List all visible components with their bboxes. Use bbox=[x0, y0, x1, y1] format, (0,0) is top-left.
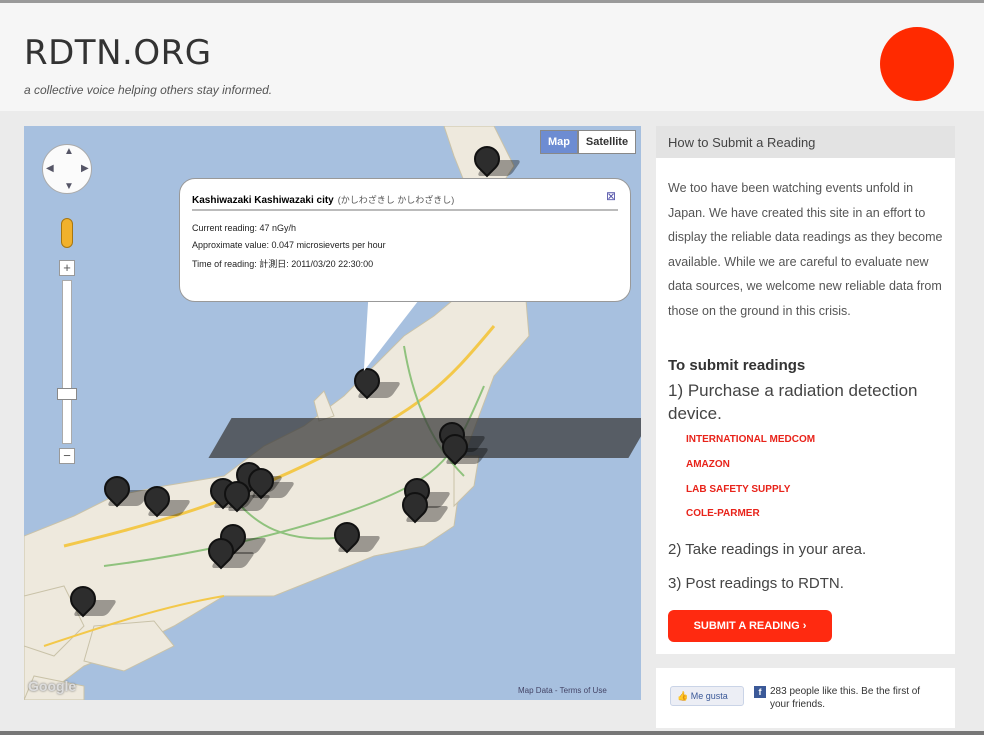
facebook-like-box: 👍 Me gusta f 283 people like this. Be th… bbox=[656, 668, 955, 728]
zoom-in-button[interactable]: + bbox=[59, 260, 75, 276]
popup-location-jp: (かしわざきし かしわざきし) bbox=[337, 195, 455, 205]
map-view-button[interactable]: Map bbox=[540, 130, 578, 154]
submit-reading-panel: How to Submit a Reading We too have been… bbox=[656, 126, 955, 654]
map-marker-icon[interactable] bbox=[474, 146, 496, 180]
zoom-slider-track[interactable] bbox=[62, 280, 72, 444]
site-header: RDTN.ORG a collective voice helping othe… bbox=[0, 3, 984, 111]
popup-current-reading: Current reading: 47 nGy/h bbox=[192, 223, 297, 233]
map-marker-icon[interactable] bbox=[442, 434, 464, 468]
zoom-out-button[interactable]: − bbox=[59, 448, 75, 464]
vendor-link-medcom[interactable]: INTERNATIONAL MEDCOM bbox=[686, 434, 815, 445]
map-marker-icon[interactable] bbox=[402, 492, 424, 526]
panel-subheading: To submit readings bbox=[668, 357, 806, 374]
facebook-like-count: 283 people like this. Be the first of yo… bbox=[770, 686, 921, 710]
vendor-link-lab-safety[interactable]: LAB SAFETY SUPPLY bbox=[686, 484, 790, 495]
map-marker-icon[interactable] bbox=[334, 522, 356, 556]
submit-reading-button[interactable]: SUBMIT A READING › bbox=[668, 610, 832, 642]
zoom-slider-handle[interactable] bbox=[57, 388, 77, 400]
site-tagline: a collective voice helping others stay i… bbox=[24, 83, 273, 97]
panel-intro: We too have been watching events unfold … bbox=[668, 181, 943, 318]
map-marker-icon[interactable] bbox=[224, 481, 246, 515]
popup-location: Kashiwazaki Kashiwazaki city bbox=[192, 195, 334, 206]
panel-heading: How to Submit a Reading bbox=[656, 126, 955, 158]
step-3: 3) Post readings to RDTN. bbox=[668, 575, 844, 592]
map-marker-icon[interactable] bbox=[70, 586, 92, 620]
popup-approximate-value: Approximate value: 0.047 microsieverts p… bbox=[192, 240, 386, 250]
map-marker-icon[interactable] bbox=[208, 538, 230, 572]
google-logo: Google bbox=[28, 678, 77, 694]
bottom-border bbox=[0, 731, 984, 735]
popup-divider bbox=[192, 209, 618, 211]
satellite-view-button[interactable]: Satellite bbox=[578, 130, 636, 154]
vendor-link-cole-parmer[interactable]: COLE-PARMER bbox=[686, 508, 760, 519]
map-marker-icon[interactable] bbox=[144, 486, 166, 520]
popup-title: Kashiwazaki Kashiwazaki city (かしわざきし かしわざ… bbox=[192, 193, 454, 206]
map-marker-icon[interactable] bbox=[104, 476, 126, 510]
step-1: 1) Purchase a radiation detection device… bbox=[668, 381, 918, 423]
status-dot-icon bbox=[880, 27, 954, 101]
close-icon[interactable]: ⊠ bbox=[606, 189, 616, 203]
like-button-label: Me gusta bbox=[690, 691, 728, 701]
site-logo[interactable]: RDTN.ORG bbox=[24, 33, 212, 73]
step-2: 2) Take readings in your area. bbox=[668, 541, 867, 558]
vendor-link-amazon[interactable]: AMAZON bbox=[686, 459, 730, 470]
reading-popup: Kashiwazaki Kashiwazaki city (かしわざきし かしわざ… bbox=[179, 178, 631, 302]
pan-control-icon[interactable]: ▲ ▼ ◀ ▶ bbox=[42, 144, 92, 194]
facebook-icon: f bbox=[754, 686, 766, 698]
map-marker-icon[interactable] bbox=[354, 368, 376, 402]
popup-time-of-reading: Time of reading: 計測日: 2011/03/20 22:30:0… bbox=[192, 259, 374, 269]
map-terms-link[interactable]: Map Data - Terms of Use bbox=[518, 686, 607, 695]
facebook-like-button[interactable]: 👍 Me gusta bbox=[670, 686, 744, 706]
thumbs-up-icon: 👍 bbox=[677, 691, 689, 701]
pegman-icon[interactable] bbox=[61, 218, 73, 248]
popup-shadow bbox=[208, 418, 641, 458]
radiation-map[interactable]: Map Satellite ▲ ▼ ◀ ▶ + − Kashiwazaki Ka… bbox=[24, 126, 641, 700]
